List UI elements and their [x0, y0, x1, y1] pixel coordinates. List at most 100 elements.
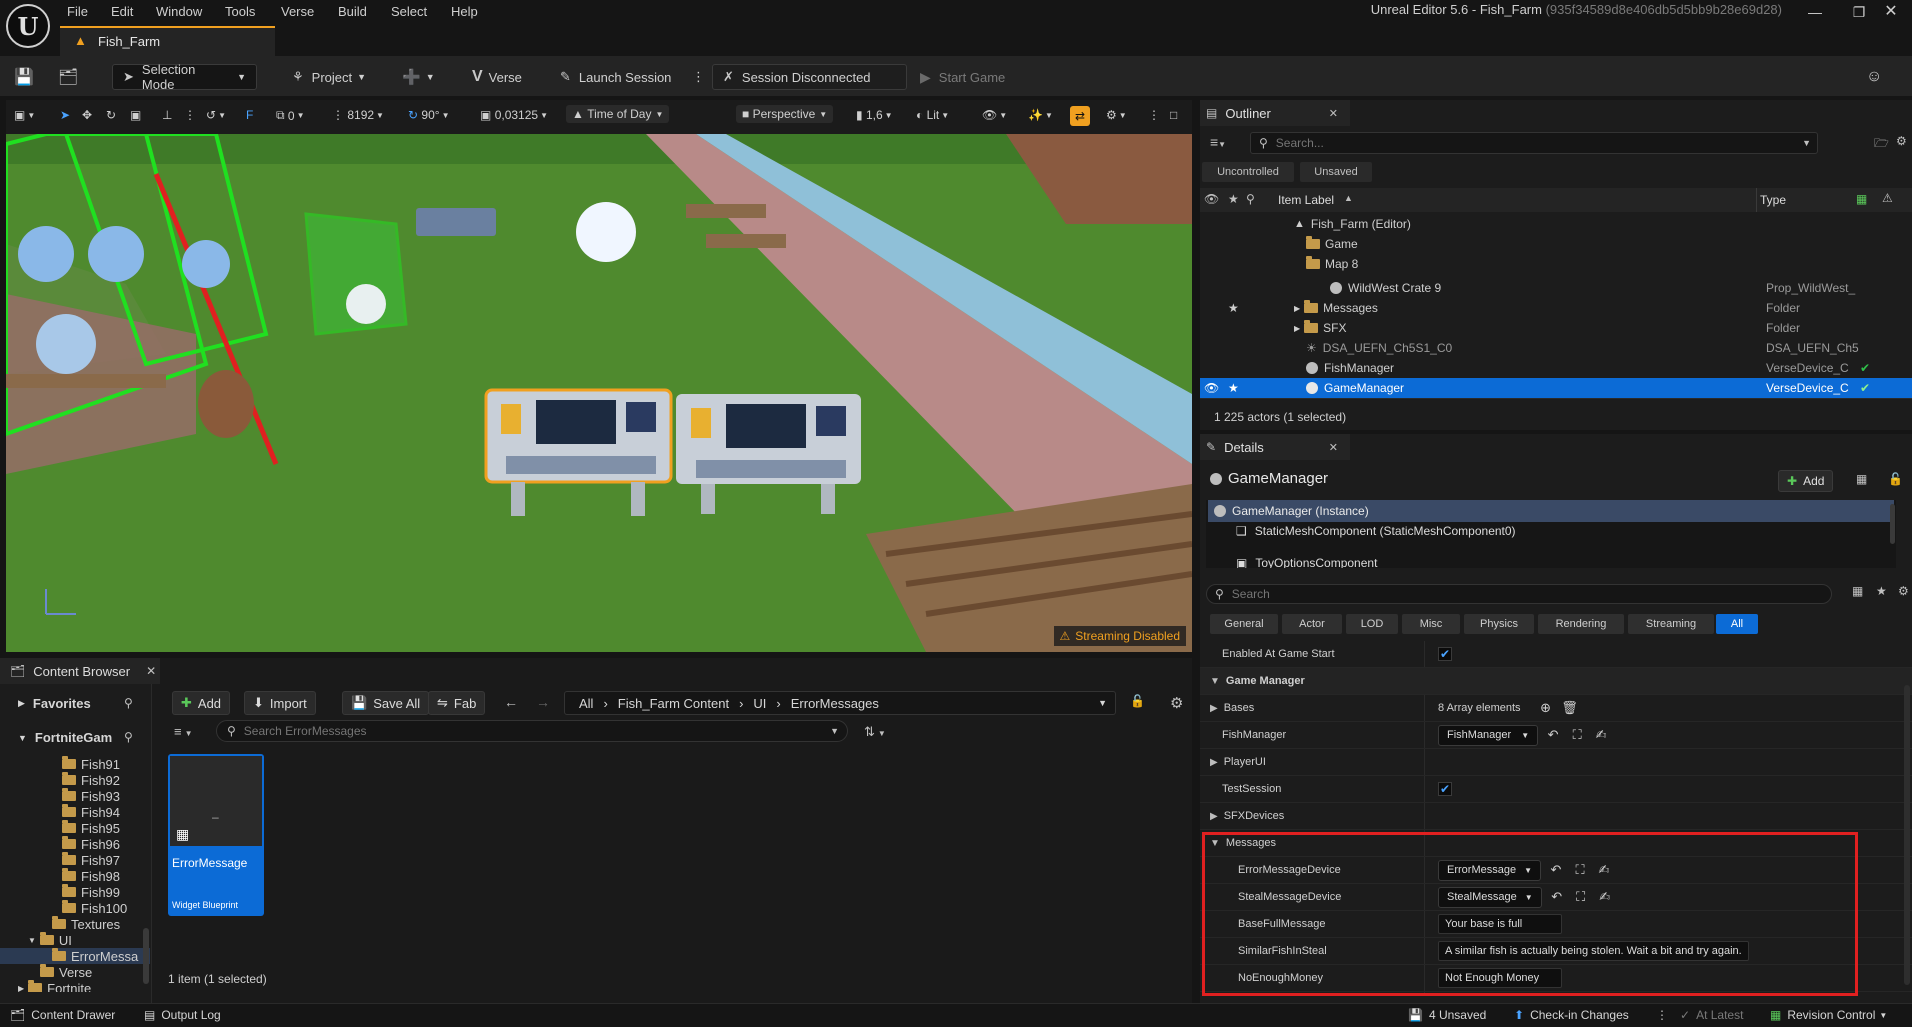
add-button[interactable]: ✚ Add [172, 691, 231, 715]
folder-item[interactable]: Fish95 [62, 820, 120, 836]
grid-size-control[interactable]: ⋮ 8192 ▼ [332, 108, 384, 122]
tree-row[interactable]: WildWest Crate 9 Prop_WildWest_ [1200, 278, 1912, 298]
filter-unsaved[interactable]: Unsaved [1300, 162, 1372, 182]
enabled-at-start-checkbox[interactable]: ✔ [1438, 647, 1452, 661]
show-flags-icon[interactable]: 👁 ▼ [982, 108, 1007, 122]
surface-snap-icon[interactable]: ⊥ [162, 108, 172, 122]
more-icon[interactable]: ⋮ [1656, 1008, 1668, 1022]
tree-row[interactable]: ▶ SFX Folder [1200, 318, 1912, 338]
star-icon[interactable]: ★ [1228, 192, 1239, 206]
eyedropper-icon[interactable]: ✍ [1592, 726, 1610, 744]
unreal-logo-icon[interactable]: U [6, 4, 50, 48]
folder-item-selected[interactable]: ErrorMessa [0, 948, 150, 964]
more-icon[interactable]: ⋮ [1148, 108, 1160, 122]
menu-edit[interactable]: Edit [111, 4, 133, 19]
filter-tab-physics[interactable]: Physics [1464, 614, 1534, 634]
folder-item[interactable]: Textures [52, 916, 120, 932]
root-folder-header[interactable]: ▼ FortniteGam [18, 730, 112, 745]
level-tab[interactable]: ▲ Fish_Farm [60, 26, 275, 56]
save-icon[interactable]: 💾 [14, 64, 34, 90]
details-search[interactable]: ⚲ [1206, 584, 1832, 604]
add-component-button[interactable]: ✚ Add [1778, 470, 1834, 492]
settings-icon[interactable]: ⚙ [1170, 694, 1183, 712]
component-row[interactable]: ▣ ToyOptionsComponent [1236, 556, 1377, 568]
folder-item[interactable]: Fish99 [62, 884, 120, 900]
warning-icon[interactable]: ⚠ [1882, 191, 1893, 205]
tree-row[interactable]: ☀ DSA_UEFN_Ch5S1_C0 DSA_UEFN_Ch5 [1200, 338, 1912, 358]
tree-row[interactable]: ★ ▶ Messages Folder [1200, 298, 1912, 318]
select-tool-icon[interactable]: ➤ [60, 108, 70, 122]
game-view-icon[interactable]: ⇄ [1070, 106, 1090, 126]
folder-item[interactable]: Fish94 [62, 804, 120, 820]
lock-icon[interactable]: 🔓 [1888, 472, 1903, 486]
filter-tab-general[interactable]: General [1210, 614, 1278, 634]
settings-icon[interactable]: ⚙ [1896, 134, 1907, 148]
camera-speed-control[interactable]: ▮ 1,6 ▼ [856, 108, 893, 122]
project-dropdown[interactable]: ⚘ Project ▼ [292, 64, 366, 90]
filter-uncontrolled[interactable]: Uncontrolled [1202, 162, 1294, 182]
time-of-day-dropdown[interactable]: ▲ Time of Day ▼ [566, 105, 670, 123]
rotate-tool-icon[interactable]: ↻ [106, 108, 116, 122]
lit-dropdown[interactable]: ◐ Lit ▼ [916, 108, 949, 122]
asset-search-box[interactable]: ⚲ ▼ [216, 720, 848, 742]
move-tool-icon[interactable]: ✥ [82, 108, 92, 122]
rotation-snap-control[interactable]: ↻ 90° ▼ [408, 108, 449, 122]
outliner-search[interactable]: ⚲ ▼ [1250, 132, 1818, 154]
category-row[interactable]: ▼ Game Manager [1200, 668, 1912, 695]
col-item-label[interactable]: Item Label [1278, 193, 1334, 207]
table-view-icon[interactable]: ▦ [1852, 584, 1863, 598]
folder-item[interactable]: Fish93 [62, 788, 120, 804]
launch-session-button[interactable]: ✎ Launch Session [560, 64, 671, 90]
checkin-button[interactable]: ⬆ Check-in Changes [1514, 1008, 1629, 1022]
search-icon[interactable]: ⚲ [124, 696, 133, 710]
filter-icon[interactable]: ≡▼ [174, 724, 193, 739]
prop-label[interactable]: ▶ PlayerUI [1210, 756, 1266, 768]
lock-icon[interactable]: 🔓 [1130, 694, 1145, 708]
scale-tool-icon[interactable]: ▣ [130, 108, 141, 122]
test-session-checkbox[interactable]: ✔ [1438, 782, 1452, 796]
folder-item[interactable]: Verse [40, 964, 92, 980]
import-button[interactable]: ⬇ Import [244, 691, 316, 715]
unsaved-button[interactable]: 💾 4 Unsaved [1408, 1008, 1486, 1022]
col-type[interactable]: Type [1760, 193, 1786, 207]
level-viewport[interactable]: ⚠ Streaming Disabled [6, 134, 1192, 652]
star-icon[interactable]: ★ [1876, 584, 1887, 598]
revision-icon[interactable]: ▦ [1856, 192, 1867, 206]
component-row[interactable]: ❑ StaticMeshComponent (StaticMeshCompone… [1236, 524, 1516, 538]
folder-item[interactable]: ▶ Fortnite [18, 980, 91, 992]
browse-icon[interactable]: 🗂 [58, 64, 78, 90]
realtime-icon[interactable]: ✨ ▼ [1028, 108, 1053, 122]
filter-tab-actor[interactable]: Actor [1282, 614, 1342, 634]
folder-item[interactable]: Fish96 [62, 836, 120, 852]
back-icon[interactable]: ← [504, 694, 518, 710]
menu-tools[interactable]: Tools [225, 4, 255, 19]
content-browser-tab[interactable]: 🗂 Content Browser ✕ [0, 658, 160, 684]
menu-select[interactable]: Select [391, 4, 427, 19]
favorites-header[interactable]: ▶ Favorites [18, 696, 91, 711]
tree-row[interactable]: ▲ Fish_Farm (Editor) [1200, 214, 1912, 234]
snap-toggle-icon[interactable]: ⋮ [184, 108, 196, 122]
details-scrollbar[interactable] [1904, 685, 1910, 985]
verse-button[interactable]: V Verse [472, 64, 522, 90]
tree-row[interactable]: FishManager VerseDevice_C ✔ [1200, 358, 1912, 378]
folder-item[interactable]: Fish100 [62, 900, 127, 916]
search-icon[interactable]: ⚲ [124, 730, 133, 744]
fab-button[interactable]: ⇋ Fab [428, 691, 486, 715]
menu-window[interactable]: Window [156, 4, 202, 19]
maximize-viewport-icon[interactable]: □ [1170, 108, 1177, 122]
breadcrumb-item[interactable]: UI [753, 696, 766, 711]
chevron-down-icon[interactable]: ▼ [1098, 698, 1107, 708]
menu-build[interactable]: Build [338, 4, 367, 19]
folder-item[interactable]: Fish97 [62, 852, 120, 868]
filter-tab-misc[interactable]: Misc [1402, 614, 1460, 634]
close-tab-icon[interactable]: ✕ [1329, 107, 1338, 120]
tree-row-selected[interactable]: 👁 ★ GameManager VerseDevice_C ✔ [1200, 378, 1912, 398]
grid-snap-control[interactable]: ⧉ 0 ▼ [276, 108, 305, 123]
more-options-icon[interactable]: ⋮ [692, 64, 705, 90]
prop-label[interactable]: ▶ Bases [1210, 702, 1254, 714]
details-search-input[interactable] [1231, 587, 1792, 601]
breadcrumb-item[interactable]: Fish_Farm Content [618, 696, 729, 711]
breadcrumb-item[interactable]: ErrorMessages [791, 696, 879, 711]
transform-menu-icon[interactable]: ▣ ▼ [14, 108, 35, 122]
perspective-dropdown[interactable]: ■ Perspective ▼ [736, 105, 834, 123]
